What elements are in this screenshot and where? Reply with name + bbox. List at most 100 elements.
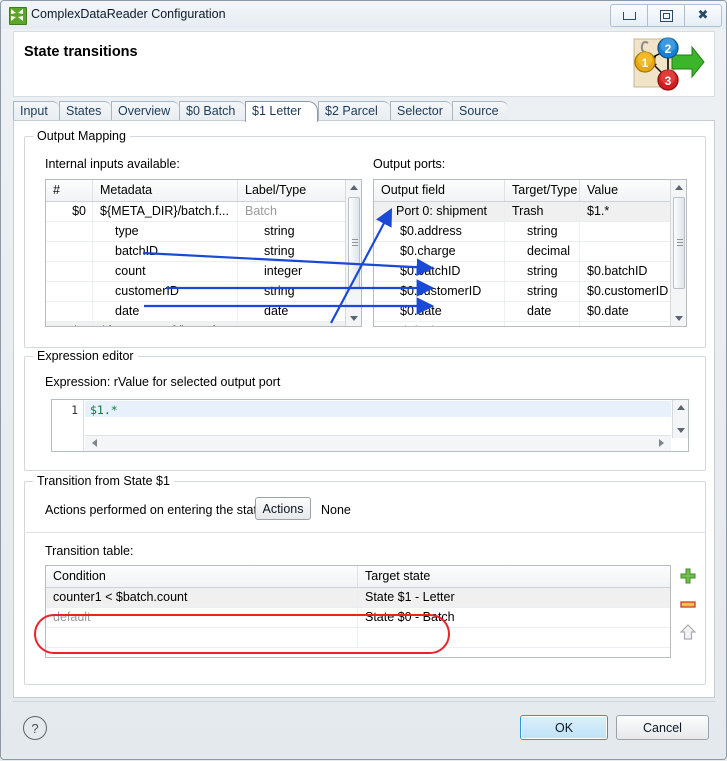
cell-value xyxy=(579,222,671,241)
inputs-table-scrollbar[interactable] xyxy=(345,180,361,326)
scroll-down-icon[interactable] xyxy=(673,423,688,438)
cell-target-state xyxy=(357,628,670,647)
actions-button[interactable]: Actions xyxy=(255,497,311,520)
col-target-state: Target state xyxy=(357,566,670,587)
transition-table[interactable]: Condition Target state counter1 < $batch… xyxy=(45,565,671,658)
table-row[interactable]: $0.batchID string $0.batchID xyxy=(374,262,686,282)
line-number-gutter: 1 xyxy=(52,400,84,451)
scroll-down-icon[interactable] xyxy=(671,311,686,326)
scrollbar-thumb[interactable] xyxy=(348,197,360,289)
cell-value xyxy=(579,242,671,261)
tab-parcel[interactable]: $2 Parcel xyxy=(318,101,390,121)
tab-states[interactable]: States xyxy=(59,101,111,121)
expression-horizontal-scrollbar[interactable] xyxy=(85,435,671,451)
transition-table-toolbar xyxy=(679,568,702,658)
cancel-button[interactable]: Cancel xyxy=(616,715,709,740)
table-row[interactable] xyxy=(46,628,670,648)
tab-source[interactable]: Source xyxy=(452,101,508,121)
table-row[interactable]: Port 0: shipment Trash $1.* xyxy=(374,202,686,222)
maximize-icon[interactable] xyxy=(647,4,685,27)
scroll-left-icon[interactable] xyxy=(85,436,100,450)
cell-type: string xyxy=(237,242,347,261)
cell-metadata: type xyxy=(92,222,237,241)
table-row[interactable]: $1 ${META_DIR}/letter.f... Letter xyxy=(46,322,361,326)
scrollbar-thumb[interactable] xyxy=(673,197,685,289)
table-row[interactable]: counter1 < $batch.count State $1 - Lette… xyxy=(46,588,670,608)
cell-type: Letter xyxy=(237,322,347,326)
scroll-up-icon[interactable] xyxy=(671,180,686,195)
minimize-icon[interactable] xyxy=(610,4,648,27)
cell-metadata: ${META_DIR}/batch.f... xyxy=(92,202,237,221)
table-row[interactable]: default State $0 - Batch xyxy=(46,608,670,628)
close-icon[interactable]: ✖ xyxy=(684,4,722,27)
output-mapping-legend: Output Mapping xyxy=(33,129,130,143)
internal-inputs-table[interactable]: # Metadata Label/Type $0 ${META_DIR}/bat… xyxy=(45,179,362,327)
output-ports-table[interactable]: Output field Target/Type Value Port 0: s… xyxy=(373,179,687,327)
table-row[interactable]: $0.charge decimal xyxy=(374,242,686,262)
divider xyxy=(26,532,706,533)
cell-num xyxy=(46,242,92,261)
window-controls: ✖ xyxy=(610,4,722,27)
cell-value: $1.* xyxy=(579,202,671,221)
table-row[interactable]: type string xyxy=(46,222,361,242)
expression-editor-legend: Expression editor xyxy=(33,349,138,363)
cell-condition: counter1 < $batch.count xyxy=(53,590,188,604)
tab-content-letter: Output Mapping Internal inputs available… xyxy=(13,120,715,698)
col-value: Value xyxy=(579,180,671,201)
cell-metadata: customerID xyxy=(92,282,237,301)
scroll-down-icon[interactable] xyxy=(346,311,361,326)
col-labeltype: Label/Type xyxy=(237,180,347,201)
cell-output-field: $0.customerID xyxy=(400,284,482,298)
cell-output-field: $0.address xyxy=(400,224,462,238)
expression-vertical-scrollbar[interactable] xyxy=(672,400,688,438)
header-banner: State transitions 1 2 3 xyxy=(13,31,715,97)
scroll-up-icon[interactable] xyxy=(346,180,361,195)
table-row[interactable]: $0.address string xyxy=(374,222,686,242)
cell-target-type: string xyxy=(504,222,579,241)
cell-condition xyxy=(46,628,357,647)
col-target-type: Target/Type xyxy=(504,180,579,201)
table-row[interactable]: count integer xyxy=(46,262,361,282)
add-row-button[interactable] xyxy=(680,568,696,584)
table-row[interactable]: date date xyxy=(46,302,361,322)
cell-type: date xyxy=(237,302,347,321)
table-row[interactable]: $0.customerID string $0.customerID xyxy=(374,282,686,302)
table-row[interactable]: default xyxy=(374,322,686,326)
table-row[interactable]: customerID string xyxy=(46,282,361,302)
tab-overview[interactable]: Overview xyxy=(111,101,179,121)
output-mapping-group: Output Mapping Internal inputs available… xyxy=(24,129,706,348)
scroll-right-icon[interactable] xyxy=(656,436,671,450)
footer-divider xyxy=(13,701,715,702)
cell-type: Batch xyxy=(237,202,347,221)
cell-condition: default xyxy=(53,610,91,624)
transition-legend: Transition from State $1 xyxy=(33,474,174,488)
cell-num xyxy=(46,302,92,321)
remove-row-button[interactable] xyxy=(680,596,696,612)
tab-letter[interactable]: $1 Letter xyxy=(245,101,318,122)
ports-table-scrollbar[interactable] xyxy=(670,180,686,326)
cell-target-state: State $1 - Letter xyxy=(357,588,670,607)
cell-target-state: State $0 - Batch xyxy=(357,608,670,627)
table-row[interactable]: batchID string xyxy=(46,242,361,262)
help-button[interactable]: ? xyxy=(23,716,47,740)
table-row[interactable]: $0 ${META_DIR}/batch.f... Batch xyxy=(46,202,361,222)
ok-button[interactable]: OK xyxy=(520,715,608,740)
window-title: ComplexDataReader Configuration xyxy=(31,7,226,21)
expression-input[interactable]: 1 $1.* xyxy=(51,399,689,452)
table-header-row: # Metadata Label/Type xyxy=(46,180,361,202)
tab-input[interactable]: Input xyxy=(13,101,59,121)
tab-selector[interactable]: Selector xyxy=(390,101,452,121)
output-ports-label: Output ports: xyxy=(373,157,446,171)
table-row[interactable]: $0.date date $0.date xyxy=(374,302,686,322)
internal-inputs-label: Internal inputs available: xyxy=(45,157,180,171)
svg-text:1: 1 xyxy=(642,56,649,70)
cell-output-field: $0.batchID xyxy=(400,264,461,278)
tab-batch[interactable]: $0 Batch xyxy=(179,101,245,121)
scroll-up-icon[interactable] xyxy=(673,400,688,415)
cell-value xyxy=(579,322,671,326)
cell-type: string xyxy=(237,282,347,301)
expression-code: $1.* xyxy=(90,403,118,417)
cell-target-type: string xyxy=(504,262,579,281)
cell-target-type xyxy=(504,322,579,326)
move-up-button[interactable] xyxy=(679,624,697,640)
